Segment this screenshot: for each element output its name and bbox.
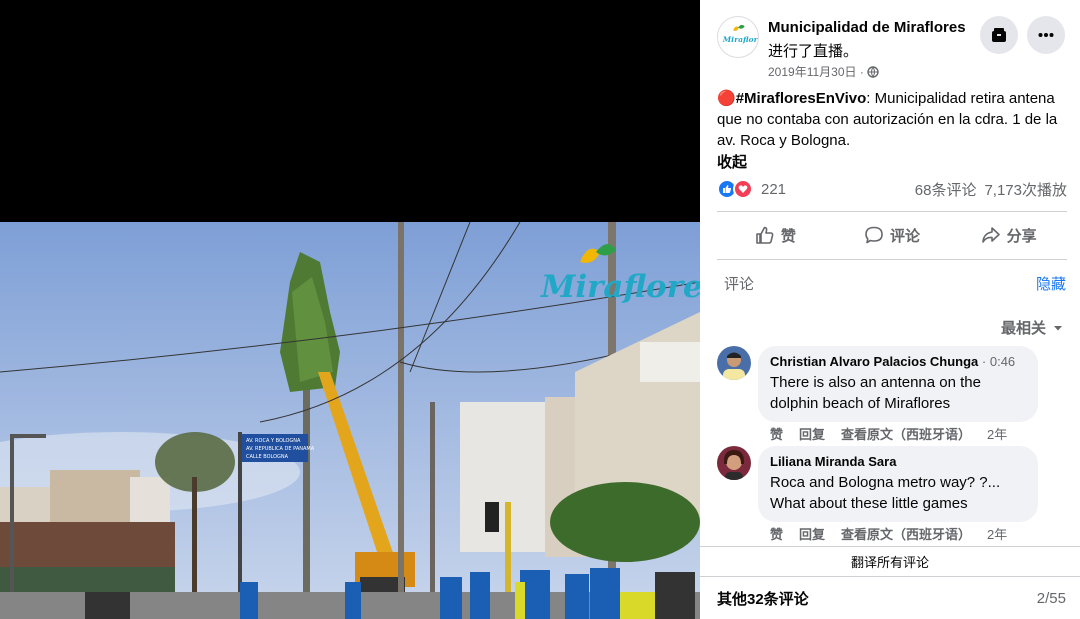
comment-actions: 赞 回复 查看原文（西班牙语） 2年 [770,424,1007,443]
translate-all-comments[interactable]: 翻译所有评论 [700,546,1080,576]
comment-timestamp[interactable]: · 0:46 [982,354,1015,369]
reactions-row: 221 68条评论 7,173次播放 [717,178,1067,200]
comments-header: 评论 [724,276,755,293]
comment-bubble: Christian Alvaro Palacios Chunga · 0:46 … [758,346,1038,422]
hide-comments-link[interactable]: 隐藏 [1036,273,1066,294]
post-text: 🔴#MirafloresEnVivo: Municipalidad retira… [717,88,1067,151]
comment-text: There is also an antenna on the dolphin … [770,374,981,412]
post-actions: 赞 评论 分享 [717,213,1067,257]
post-date-text[interactable]: 2019年11月30日 · [768,63,864,80]
logo-text: Miraflores [540,269,700,305]
chevron-down-icon [1054,325,1062,330]
hashtag-link[interactable]: #MirafloresEnVivo [736,90,867,107]
translate-all-label[interactable]: 翻译所有评论 [851,552,929,571]
comment-reply-link[interactable]: 回复 [799,424,825,443]
collapse-link[interactable]: 收起 [717,151,747,172]
more-options-button[interactable] [1027,16,1065,54]
comment-page-count: 2/55 [1036,589,1066,607]
share-icon [981,227,1000,243]
more-comments-bar: 其他32条评论 2/55 [700,576,1080,619]
view-more-comments-link[interactable]: 其他32条评论 [717,588,809,609]
comment-button[interactable]: 评论 [834,213,951,257]
comment-age[interactable]: 2年 [987,424,1007,443]
sign-line-3: CALLE BOLOGNA [246,454,289,460]
comment-item: Liliana Miranda Sara Roca and Bologna me… [717,446,1072,543]
comment-like-link[interactable]: 赞 [770,424,783,443]
save-button[interactable] [980,16,1018,54]
comment-text: Roca and Bologna metro way? ?... What ab… [770,474,1001,512]
like-button[interactable]: 赞 [717,213,834,257]
page-name[interactable]: Municipalidad de Miraflores [768,19,966,36]
save-icon [992,28,1006,42]
see-original-link[interactable]: 查看原文（西班牙语） [841,524,971,543]
comment-author[interactable]: Liliana Miranda Sara [770,454,896,469]
comment-age[interactable]: 2年 [987,524,1007,543]
comment-label[interactable]: 评论 [890,225,920,246]
video-scene: AV. ROCA Y BOLOGNA AV. REPUBLICA DE PANA… [0,222,700,619]
comment-actions: 赞 回复 查看原文（西班牙语） 2年 [770,524,1007,543]
comment-reply-link[interactable]: 回复 [799,524,825,543]
globe-icon [867,65,879,78]
comment-author[interactable]: Christian Alvaro Palacios Chunga [770,354,978,369]
more-icon [1038,33,1054,37]
page-logo-icon: Miraflores [722,24,758,44]
video-frame[interactable]: AV. ROCA Y BOLOGNA AV. REPUBLICA DE PANA… [0,222,700,619]
page-avatar[interactable]: Miraflores [717,16,759,58]
share-label[interactable]: 分享 [1007,225,1037,246]
comment-author-row: Christian Alvaro Palacios Chunga · 0:46 [770,354,1026,370]
view-count: 7,173次播放 [984,181,1067,199]
post-panel: Miraflores Municipalidad de Miraflores 进… [700,0,1080,619]
commenter-avatar[interactable] [717,346,751,380]
comment-author-row: Liliana Miranda Sara [770,454,1026,470]
live-status-text: 进行了直播。 [768,43,859,60]
comment-item: Christian Alvaro Palacios Chunga · 0:46 … [717,346,1072,443]
live-dot-icon: 🔴 [717,90,736,107]
post-date[interactable]: 2019年11月30日 · [768,63,879,80]
comment-count[interactable]: 68条评论 [915,179,977,200]
sort-label[interactable]: 最相关 [1001,317,1046,338]
share-button[interactable]: 分享 [950,213,1067,257]
commenter-avatar[interactable] [717,446,751,480]
reaction-count[interactable]: 221 [761,181,786,198]
comment-sort-select[interactable]: 最相关 [1001,317,1064,338]
svg-text:Miraflores: Miraflores [722,35,758,44]
comment-like-link[interactable]: 赞 [770,524,783,543]
love-reaction-icon [733,179,753,199]
divider [717,259,1067,260]
sign-line-2: AV. REPUBLICA DE PANAMA [246,446,315,452]
comment-bubble: Liliana Miranda Sara Roca and Bologna me… [758,446,1038,522]
see-original-link[interactable]: 查看原文（西班牙语） [841,424,971,443]
video-player[interactable]: AV. ROCA Y BOLOGNA AV. REPUBLICA DE PANA… [0,0,700,619]
like-label[interactable]: 赞 [781,225,796,246]
divider [717,211,1067,212]
like-icon [756,226,774,244]
comment-icon [865,226,883,244]
sign-line-1: AV. ROCA Y BOLOGNA [246,438,301,444]
reaction-icons[interactable] [717,179,753,199]
